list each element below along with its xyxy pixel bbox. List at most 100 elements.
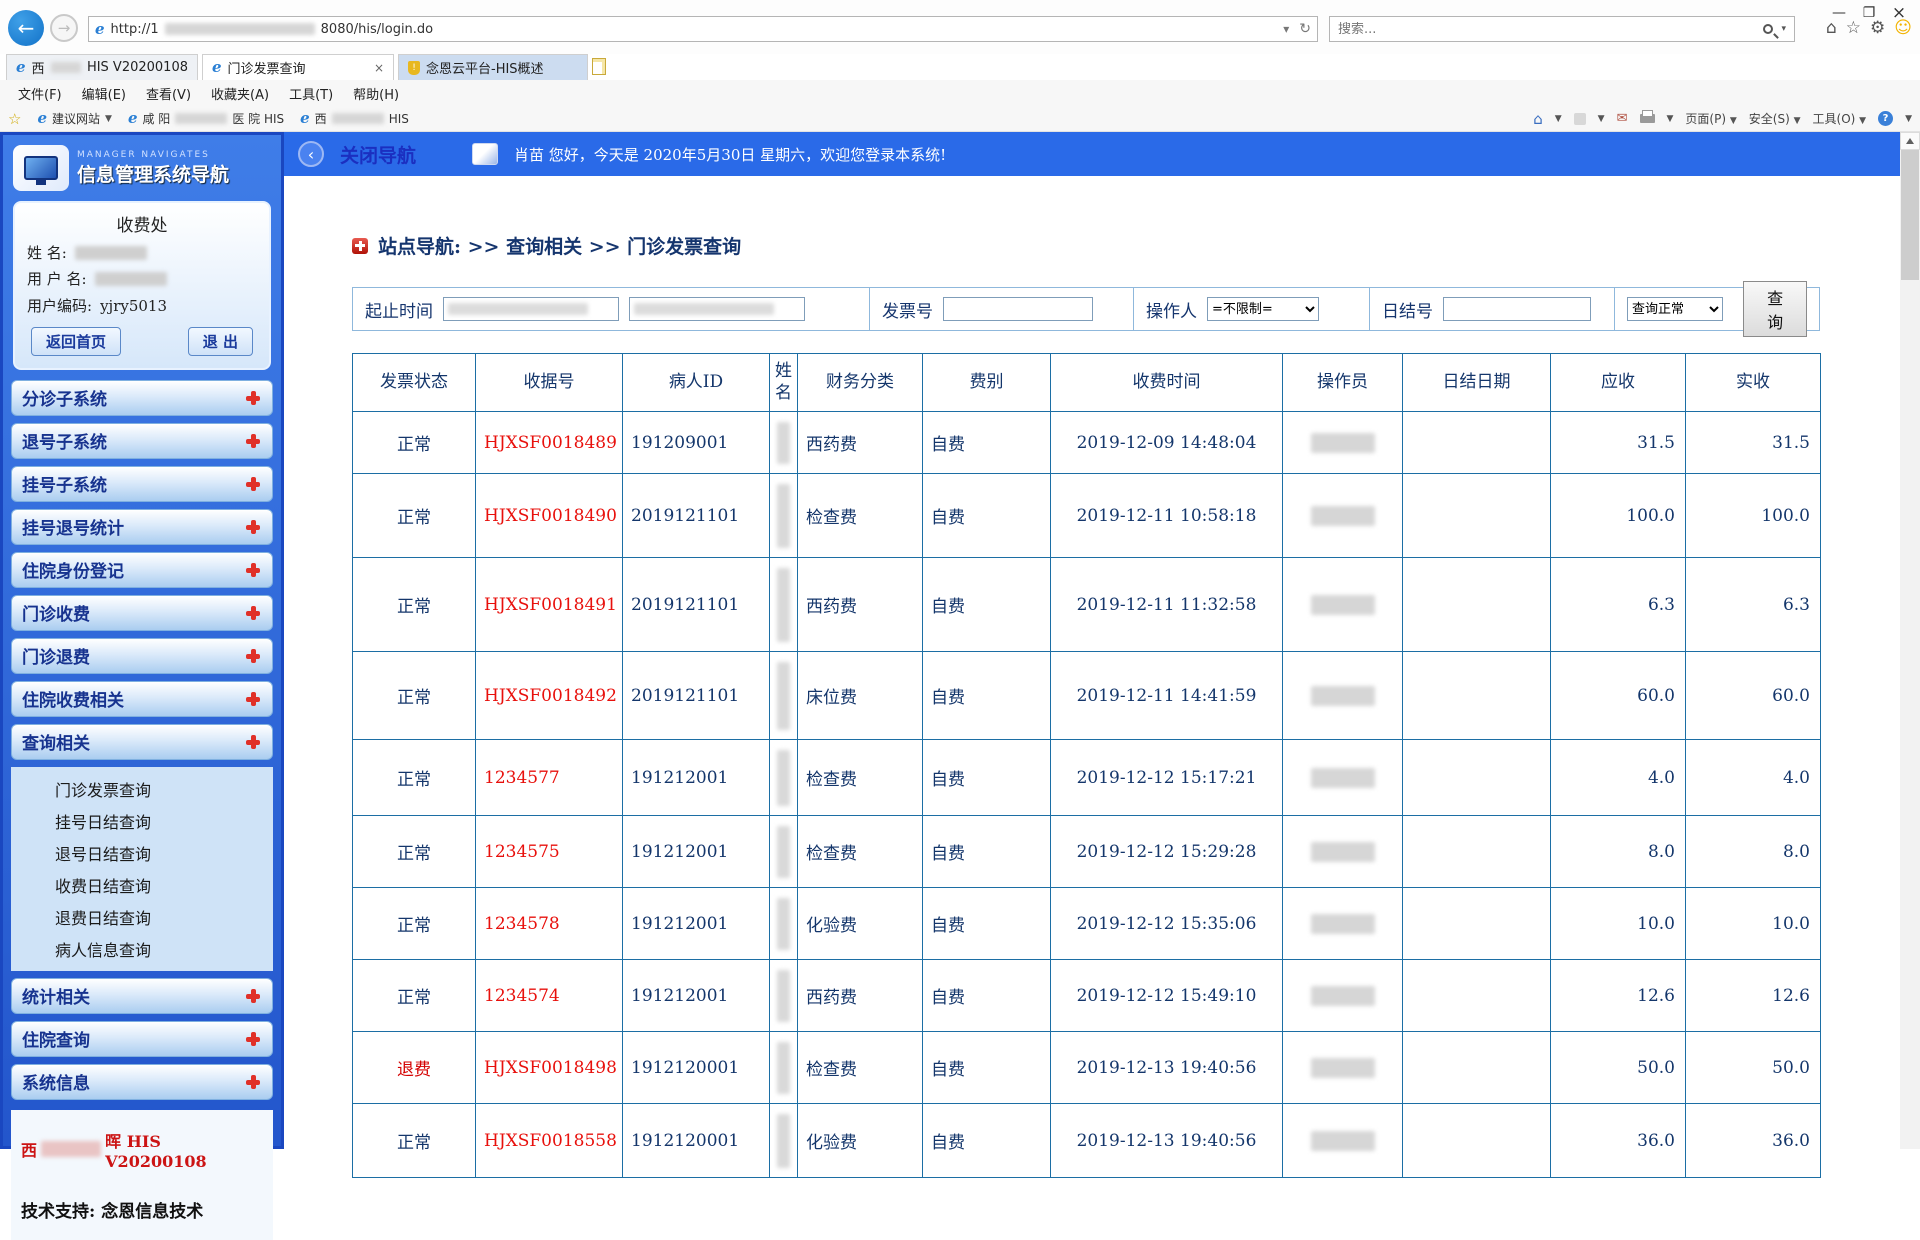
home-page-button[interactable]: 返回首页 bbox=[31, 327, 121, 356]
logout-button[interactable]: 退 出 bbox=[188, 327, 253, 356]
command-page-menu[interactable]: 页面(P) ▼ bbox=[1685, 110, 1736, 127]
cell-name bbox=[770, 1032, 798, 1104]
table-row[interactable]: 正常1234578191212001化验费自费2019-12-12 15:35:… bbox=[353, 888, 1821, 960]
submenu-item-4[interactable]: 退费日结查询 bbox=[11, 901, 273, 933]
home-icon[interactable]: ⌂ bbox=[1826, 18, 1837, 38]
print-icon[interactable] bbox=[1640, 114, 1655, 123]
tab-close-icon[interactable]: × bbox=[374, 61, 384, 75]
start-date-input[interactable] bbox=[443, 297, 619, 321]
sidebar-item-label: 住院收费相关 bbox=[22, 686, 124, 711]
cell-time: 2019-12-12 15:17:21 bbox=[1051, 740, 1283, 816]
vertical-scrollbar[interactable] bbox=[1900, 132, 1920, 1149]
invoice-input[interactable] bbox=[948, 298, 1088, 320]
forward-button[interactable]: → bbox=[50, 14, 78, 42]
query-button[interactable]: 查询 bbox=[1743, 281, 1807, 337]
cell-daily-date bbox=[1403, 1104, 1551, 1178]
new-tab-button[interactable] bbox=[592, 58, 606, 75]
cell-finance: 检查费 bbox=[798, 1032, 923, 1104]
submenu-item-1[interactable]: 挂号日结查询 bbox=[11, 805, 273, 837]
operator-redacted bbox=[1311, 1058, 1375, 1078]
tab-his-home[interactable]: e 西 HIS V20200108 bbox=[6, 54, 198, 80]
submenu-item-5[interactable]: 病人信息查询 bbox=[11, 933, 273, 965]
sidebar-item-1[interactable]: 退号子系统 bbox=[11, 423, 273, 459]
search-dropdown-icon[interactable]: ▾ bbox=[1781, 24, 1786, 34]
table-row[interactable]: 正常1234577191212001检查费自费2019-12-12 15:17:… bbox=[353, 740, 1821, 816]
table-row[interactable]: 正常HJXSF00184922019121101床位费自费2019-12-11 … bbox=[353, 652, 1821, 740]
sidebar-item-11[interactable]: 系统信息 bbox=[11, 1064, 273, 1100]
command-tools-menu[interactable]: 工具(O) ▼ bbox=[1813, 110, 1867, 127]
sidebar-item-6[interactable]: 门诊退费 bbox=[11, 638, 273, 674]
sidebar-item-10[interactable]: 住院查询 bbox=[11, 1021, 273, 1057]
cell-finance: 西药费 bbox=[798, 412, 923, 474]
submenu-item-0[interactable]: 门诊发票查询 bbox=[11, 773, 273, 805]
submenu-item-2[interactable]: 退号日结查询 bbox=[11, 837, 273, 869]
search-input[interactable] bbox=[1338, 22, 1763, 37]
feedback-smiley-icon[interactable]: ☺ bbox=[1894, 18, 1912, 38]
table-row[interactable]: 正常HJXSF00185581912120001化验费自费2019-12-13 … bbox=[353, 1104, 1821, 1178]
status-select[interactable]: 查询正常 bbox=[1627, 297, 1723, 321]
help-icon[interactable]: ? bbox=[1878, 111, 1893, 126]
cell-patient-id: 191212001 bbox=[623, 816, 770, 888]
table-row[interactable]: 正常HJXSF00184902019121101检查费自费2019-12-11 … bbox=[353, 474, 1821, 558]
sidebar-item-2[interactable]: 挂号子系统 bbox=[11, 466, 273, 502]
cell-daily-date bbox=[1403, 412, 1551, 474]
sidebar-item-8[interactable]: 查询相关 bbox=[11, 724, 273, 760]
sidebar-item-7[interactable]: 住院收费相关 bbox=[11, 681, 273, 717]
cell-name bbox=[770, 740, 798, 816]
table-row[interactable]: 正常1234574191212001西药费自费2019-12-12 15:49:… bbox=[353, 960, 1821, 1032]
command-safety-menu[interactable]: 安全(S) ▼ bbox=[1749, 110, 1801, 127]
cell-status: 正常 bbox=[353, 960, 476, 1032]
user-card-icon bbox=[472, 143, 498, 165]
refresh-icon[interactable]: ↻ bbox=[1299, 21, 1311, 37]
cell-operator bbox=[1283, 960, 1403, 1032]
cell-fee-type: 自费 bbox=[923, 652, 1051, 740]
menubar-item-1[interactable]: 编辑(E) bbox=[72, 84, 136, 103]
tab-cloud-platform[interactable]: ! 念恩云平台-HIS概述 bbox=[398, 54, 588, 80]
column-header-5: 费别 bbox=[923, 354, 1051, 412]
cell-due: 4.0 bbox=[1551, 740, 1686, 816]
scrollbar-thumb[interactable] bbox=[1901, 150, 1919, 280]
end-date-input[interactable] bbox=[629, 297, 805, 321]
table-row[interactable]: 正常HJXSF0018489191209001西药费自费2019-12-09 1… bbox=[353, 412, 1821, 474]
sidebar-item-0[interactable]: 分诊子系统 bbox=[11, 380, 273, 416]
table-row[interactable]: 退费HJXSF00184981912120001检查费自费2019-12-13 … bbox=[353, 1032, 1821, 1104]
favorite-xi-his[interactable]: e 西 HIS bbox=[292, 110, 417, 127]
submenu-item-3[interactable]: 收费日结查询 bbox=[11, 869, 273, 901]
tab-invoice-query[interactable]: e 门诊发票查询 × bbox=[202, 54, 394, 80]
table-row[interactable]: 正常HJXSF00184912019121101西药费自费2019-12-11 … bbox=[353, 558, 1821, 652]
close-nav-link[interactable]: 关闭导航 bbox=[340, 141, 416, 168]
favorite-hospital-his[interactable]: e 咸 阳 医 院 HIS bbox=[120, 110, 292, 127]
url-dropdown-icon[interactable]: ▾ bbox=[1283, 22, 1289, 36]
command-home-icon[interactable]: ⌂ bbox=[1533, 110, 1543, 128]
cell-paid: 60.0 bbox=[1686, 652, 1821, 740]
collapse-nav-chevron-icon[interactable]: ‹ bbox=[298, 141, 324, 167]
sidebar-item-label: 住院身份登记 bbox=[22, 557, 124, 582]
sidebar-item-3[interactable]: 挂号退号统计 bbox=[11, 509, 273, 545]
favorites-star-icon[interactable]: ☆ bbox=[1846, 18, 1861, 38]
rss-feed-icon[interactable] bbox=[1574, 113, 1586, 125]
search-box[interactable]: ▾ bbox=[1329, 16, 1795, 42]
operator-redacted bbox=[1311, 914, 1375, 934]
menubar-item-4[interactable]: 工具(T) bbox=[279, 84, 343, 103]
sidebar-item-5[interactable]: 门诊收费 bbox=[11, 595, 273, 631]
search-icon[interactable] bbox=[1763, 24, 1773, 34]
menubar-item-5[interactable]: 帮助(H) bbox=[343, 84, 409, 103]
menubar-item-2[interactable]: 查看(V) bbox=[136, 84, 201, 103]
cell-receipt: 1234578 bbox=[476, 888, 623, 960]
back-button[interactable]: ← bbox=[8, 10, 44, 46]
settings-gear-icon[interactable]: ⚙ bbox=[1870, 18, 1885, 38]
read-mail-icon[interactable]: ✉ bbox=[1617, 111, 1628, 126]
operator-select[interactable]: =不限制= bbox=[1207, 297, 1319, 321]
menubar-item-3[interactable]: 收藏夹(A) bbox=[201, 84, 279, 103]
menubar-item-0[interactable]: 文件(F) bbox=[8, 84, 72, 103]
scroll-up-arrow-icon[interactable] bbox=[1900, 132, 1920, 150]
tab-redacted bbox=[51, 62, 81, 73]
favorite-suggested-sites[interactable]: e 建议网站 ▼ bbox=[29, 110, 119, 127]
add-favorite-star-icon[interactable]: ☆ bbox=[8, 110, 21, 128]
sidebar-item-4[interactable]: 住院身份登记 bbox=[11, 552, 273, 588]
daily-input[interactable] bbox=[1448, 298, 1586, 320]
sidebar-item-9[interactable]: 统计相关 bbox=[11, 978, 273, 1014]
table-row[interactable]: 正常1234575191212001检查费自费2019-12-12 15:29:… bbox=[353, 816, 1821, 888]
cell-status: 正常 bbox=[353, 1104, 476, 1178]
address-bar[interactable]: e http://1 8080/his/login.do ▾ ↻ bbox=[88, 16, 1318, 42]
